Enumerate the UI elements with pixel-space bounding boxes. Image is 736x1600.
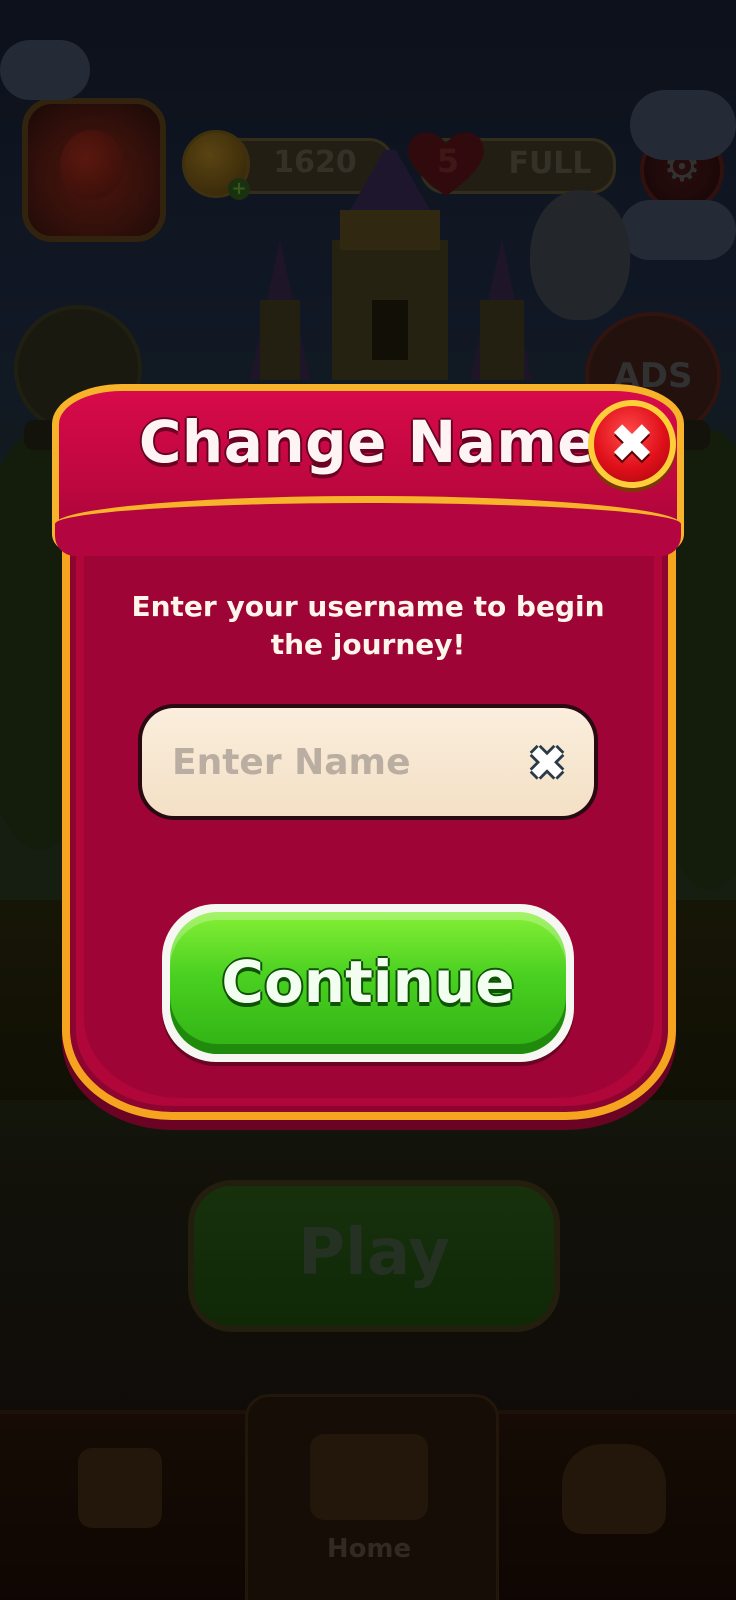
dialog-instruction: Enter your username to begin the journey…	[131, 590, 605, 661]
continue-button[interactable]: Continue	[162, 904, 574, 1062]
close-icon: ✖	[609, 412, 655, 475]
clear-icon: ✖	[527, 736, 567, 790]
game-screen: + 1620 5 FULL ⚙ ADS Play Home Change Nam…	[0, 0, 736, 1600]
clear-input-button[interactable]: ✖	[522, 738, 572, 788]
continue-button-face: Continue	[170, 912, 566, 1054]
close-button[interactable]: ✖	[588, 400, 676, 488]
dialog-header-trim	[55, 496, 681, 556]
continue-label: Continue	[221, 948, 515, 1016]
